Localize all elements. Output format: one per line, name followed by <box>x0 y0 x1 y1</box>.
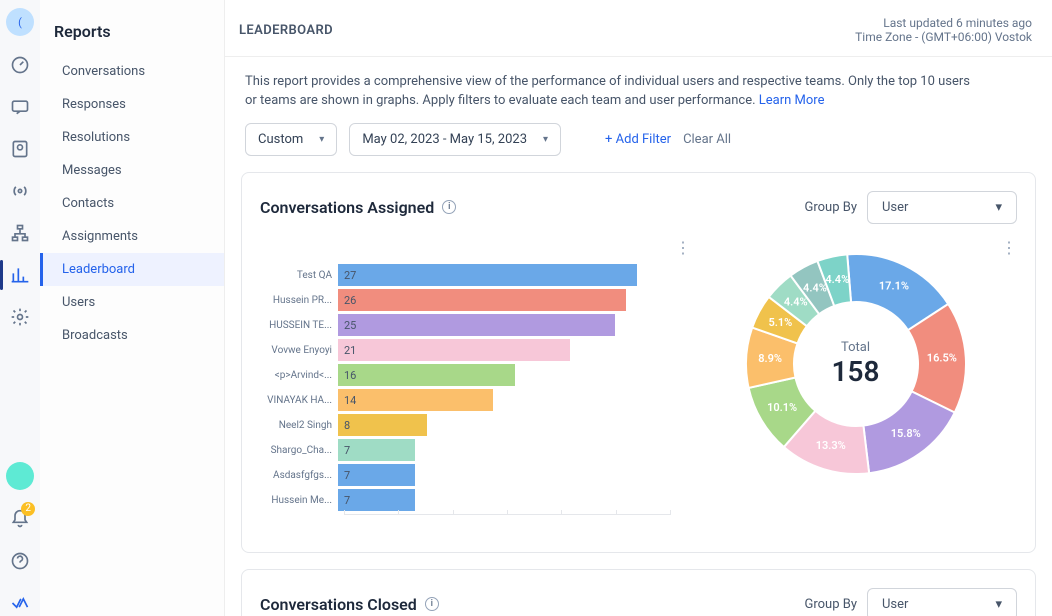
learn-more-link[interactable]: Learn More <box>759 93 825 108</box>
workspace-avatar[interactable]: ( <box>6 8 34 36</box>
bar-row: Test QA27 <box>260 264 670 287</box>
chevron-down-icon: ▾ <box>995 200 1002 215</box>
last-updated: Last updated 6 minutes ago <box>855 16 1032 30</box>
bar-fill: 26 <box>338 289 626 311</box>
bar-fill: 14 <box>338 389 493 411</box>
group-by-label: Group By <box>805 200 858 215</box>
bar-label: <p>Arvind<... <box>260 370 338 381</box>
bar-row: Hussein PR...26 <box>260 289 670 312</box>
bar-row: HUSSEIN TE...25 <box>260 314 670 337</box>
clear-all-button[interactable]: Clear All <box>683 132 731 147</box>
bar-chart: Test QA27Hussein PR...26HUSSEIN TE...25V… <box>260 234 670 534</box>
donut-pct: 16.5% <box>926 351 956 364</box>
dashboard-icon[interactable] <box>7 52 33 78</box>
bar-row: <p>Arvind<...16 <box>260 364 670 387</box>
sidebar-item-users[interactable]: Users <box>40 286 224 319</box>
group-by-label: Group By <box>805 597 858 612</box>
bar-chart-menu-icon[interactable]: ⋮ <box>675 238 691 257</box>
chevron-down-icon: ▾ <box>995 597 1002 612</box>
donut-pct: 4.4% <box>783 295 807 308</box>
sidebar-item-conversations[interactable]: Conversations <box>40 55 224 88</box>
bar-label: Asdasfgfgs... <box>260 470 338 481</box>
bar-label: Hussein PR... <box>260 295 338 306</box>
sidebar-item-messages[interactable]: Messages <box>40 154 224 187</box>
info-icon[interactable]: i <box>425 597 439 611</box>
date-range-select[interactable]: May 02, 2023 - May 15, 2023▾ <box>349 123 561 156</box>
contacts-icon[interactable] <box>7 136 33 162</box>
bar-label: Neel2 Singh <box>260 420 338 431</box>
donut-pct: 4.4% <box>825 273 849 286</box>
bar-row: Vovwe Enyoyi21 <box>260 339 670 362</box>
donut-pct: 8.9% <box>758 352 782 365</box>
bar-label: Test QA <box>260 270 338 281</box>
sidebar-item-broadcasts[interactable]: Broadcasts <box>40 319 224 352</box>
sidebar-title: Reports <box>40 22 224 55</box>
sidebar-item-leaderboard[interactable]: Leaderboard <box>40 253 224 286</box>
user-avatar[interactable] <box>6 462 34 490</box>
bar-row: Neel2 Singh8 <box>260 414 670 437</box>
info-icon[interactable]: i <box>442 200 456 214</box>
bar-label: VINAYAK HA... <box>260 395 338 406</box>
sidebar-item-assignments[interactable]: Assignments <box>40 220 224 253</box>
bar-row: Shargo_Cha...7 <box>260 439 670 462</box>
bar-fill: 16 <box>338 364 515 386</box>
bar-row: VINAYAK HA...14 <box>260 389 670 412</box>
bar-row: Asdasfgfgs...7 <box>260 464 670 487</box>
settings-icon[interactable] <box>7 304 33 330</box>
bar-fill: 7 <box>338 489 415 511</box>
page-title: LEADERBOARD <box>239 23 333 38</box>
bar-label: HUSSEIN TE... <box>260 320 338 331</box>
bar-fill: 25 <box>338 314 615 336</box>
chevron-down-icon: ▾ <box>543 134 548 145</box>
brand-icon[interactable] <box>7 590 33 616</box>
bar-label: Hussein Me... <box>260 495 338 506</box>
sidebar-item-resolutions[interactable]: Resolutions <box>40 121 224 154</box>
group-by-select[interactable]: User▾ <box>867 191 1017 224</box>
bar-row: Hussein Me...7 <box>260 489 670 512</box>
card2-title: Conversations Closed <box>260 595 417 614</box>
sidebar-item-responses[interactable]: Responses <box>40 88 224 121</box>
notifications-icon[interactable]: 2 <box>7 506 33 532</box>
intro-text: This report provides a comprehensive vie… <box>245 74 970 108</box>
chevron-down-icon: ▾ <box>319 134 324 145</box>
notification-badge: 2 <box>21 502 35 516</box>
card1-title: Conversations Assigned <box>260 198 434 217</box>
bar-fill: 21 <box>338 339 570 361</box>
help-icon[interactable] <box>7 548 33 574</box>
bar-fill: 7 <box>338 439 415 461</box>
donut-pct: 10.1% <box>767 401 797 414</box>
bar-fill: 7 <box>338 464 415 486</box>
donut-pct: 4.4% <box>803 281 827 294</box>
chat-icon[interactable] <box>7 94 33 120</box>
bar-label: Vovwe Enyoyi <box>260 345 338 356</box>
range-mode-select[interactable]: Custom▾ <box>245 123 337 156</box>
donut-chart: 17.1%16.5%15.8%13.3%10.1%8.9%5.1%4.4%4.4… <box>694 234 1017 494</box>
donut-pct: 13.3% <box>815 439 845 452</box>
bar-label: Shargo_Cha... <box>260 445 338 456</box>
donut-pct: 5.1% <box>768 316 792 329</box>
donut-pct: 17.1% <box>878 279 908 292</box>
bar-fill: 27 <box>338 264 637 286</box>
broadcast-icon[interactable] <box>7 178 33 204</box>
group-by-select[interactable]: User▾ <box>867 588 1017 616</box>
reports-icon[interactable] <box>7 262 33 288</box>
add-filter-button[interactable]: + Add Filter <box>605 132 671 147</box>
timezone: Time Zone - (GMT+06:00) Vostok <box>855 30 1032 44</box>
donut-pct: 15.8% <box>890 427 920 440</box>
bar-fill: 8 <box>338 414 427 436</box>
sidebar-item-contacts[interactable]: Contacts <box>40 187 224 220</box>
workflow-icon[interactable] <box>7 220 33 246</box>
